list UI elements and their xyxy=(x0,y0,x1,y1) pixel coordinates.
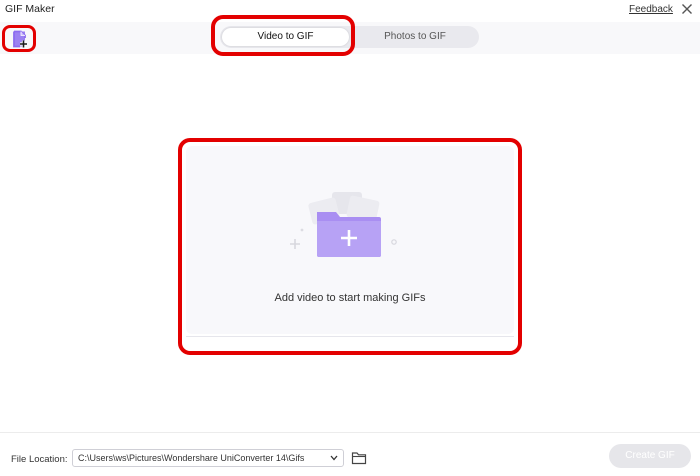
create-gif-button[interactable]: Create GIF xyxy=(609,444,691,468)
mode-tabs: Video to GIF Photos to GIF xyxy=(220,26,479,48)
file-location-label: File Location: xyxy=(11,454,68,465)
open-folder-button[interactable] xyxy=(351,451,367,465)
file-location-path: C:\Users\ws\Pictures\Wondershare UniConv… xyxy=(78,453,305,463)
drop-zone-divider xyxy=(186,336,514,337)
folder-open-icon xyxy=(351,452,367,465)
tab-video-to-gif[interactable]: Video to GIF xyxy=(222,28,349,46)
feedback-link[interactable]: Feedback xyxy=(629,4,673,15)
drop-zone-instruction: Add video to start making GIFs xyxy=(274,292,426,304)
add-file-icon xyxy=(13,30,27,48)
add-file-button[interactable] xyxy=(2,25,36,52)
app-title: GIF Maker xyxy=(5,3,55,15)
tab-photos-to-gif[interactable]: Photos to GIF xyxy=(351,26,479,48)
title-drag-area xyxy=(163,0,476,18)
close-button[interactable] xyxy=(679,1,695,17)
close-icon xyxy=(682,4,692,14)
chevron-down-icon xyxy=(330,455,338,461)
folder-plus-icon xyxy=(290,192,397,257)
file-location-select[interactable]: C:\Users\ws\Pictures\Wondershare UniConv… xyxy=(72,449,344,467)
title-bar: GIF Maker Feedback xyxy=(0,0,700,22)
